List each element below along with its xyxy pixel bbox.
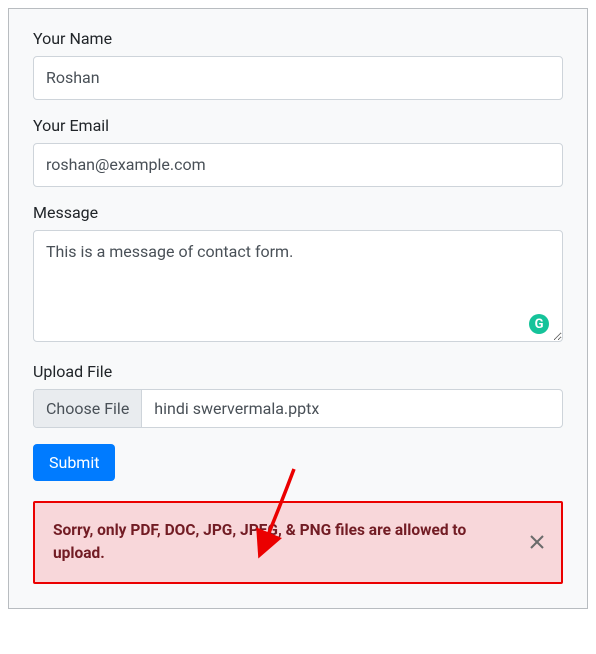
email-field-group: Your Email bbox=[33, 116, 563, 187]
message-label: Message bbox=[33, 203, 563, 222]
email-input[interactable] bbox=[33, 143, 563, 187]
file-field-group: Upload File Choose File hindi swervermal… bbox=[33, 362, 563, 428]
file-name-display: hindi swervermala.pptx bbox=[142, 390, 562, 427]
name-label: Your Name bbox=[33, 29, 563, 48]
close-icon[interactable] bbox=[525, 530, 549, 554]
name-field-group: Your Name bbox=[33, 29, 563, 100]
error-message-text: Sorry, only PDF, DOC, JPG, JPEG, & PNG f… bbox=[53, 521, 466, 562]
error-alert: Sorry, only PDF, DOC, JPG, JPEG, & PNG f… bbox=[33, 501, 563, 584]
contact-form-container: Your Name Your Email Message G Upload Fi… bbox=[8, 8, 588, 609]
file-label: Upload File bbox=[33, 362, 563, 381]
choose-file-button[interactable]: Choose File bbox=[34, 390, 142, 427]
email-label: Your Email bbox=[33, 116, 563, 135]
message-field-group: Message G bbox=[33, 203, 563, 346]
name-input[interactable] bbox=[33, 56, 563, 100]
file-input[interactable]: Choose File hindi swervermala.pptx bbox=[33, 389, 563, 428]
message-textarea[interactable] bbox=[33, 230, 563, 342]
submit-button[interactable]: Submit bbox=[33, 444, 115, 481]
